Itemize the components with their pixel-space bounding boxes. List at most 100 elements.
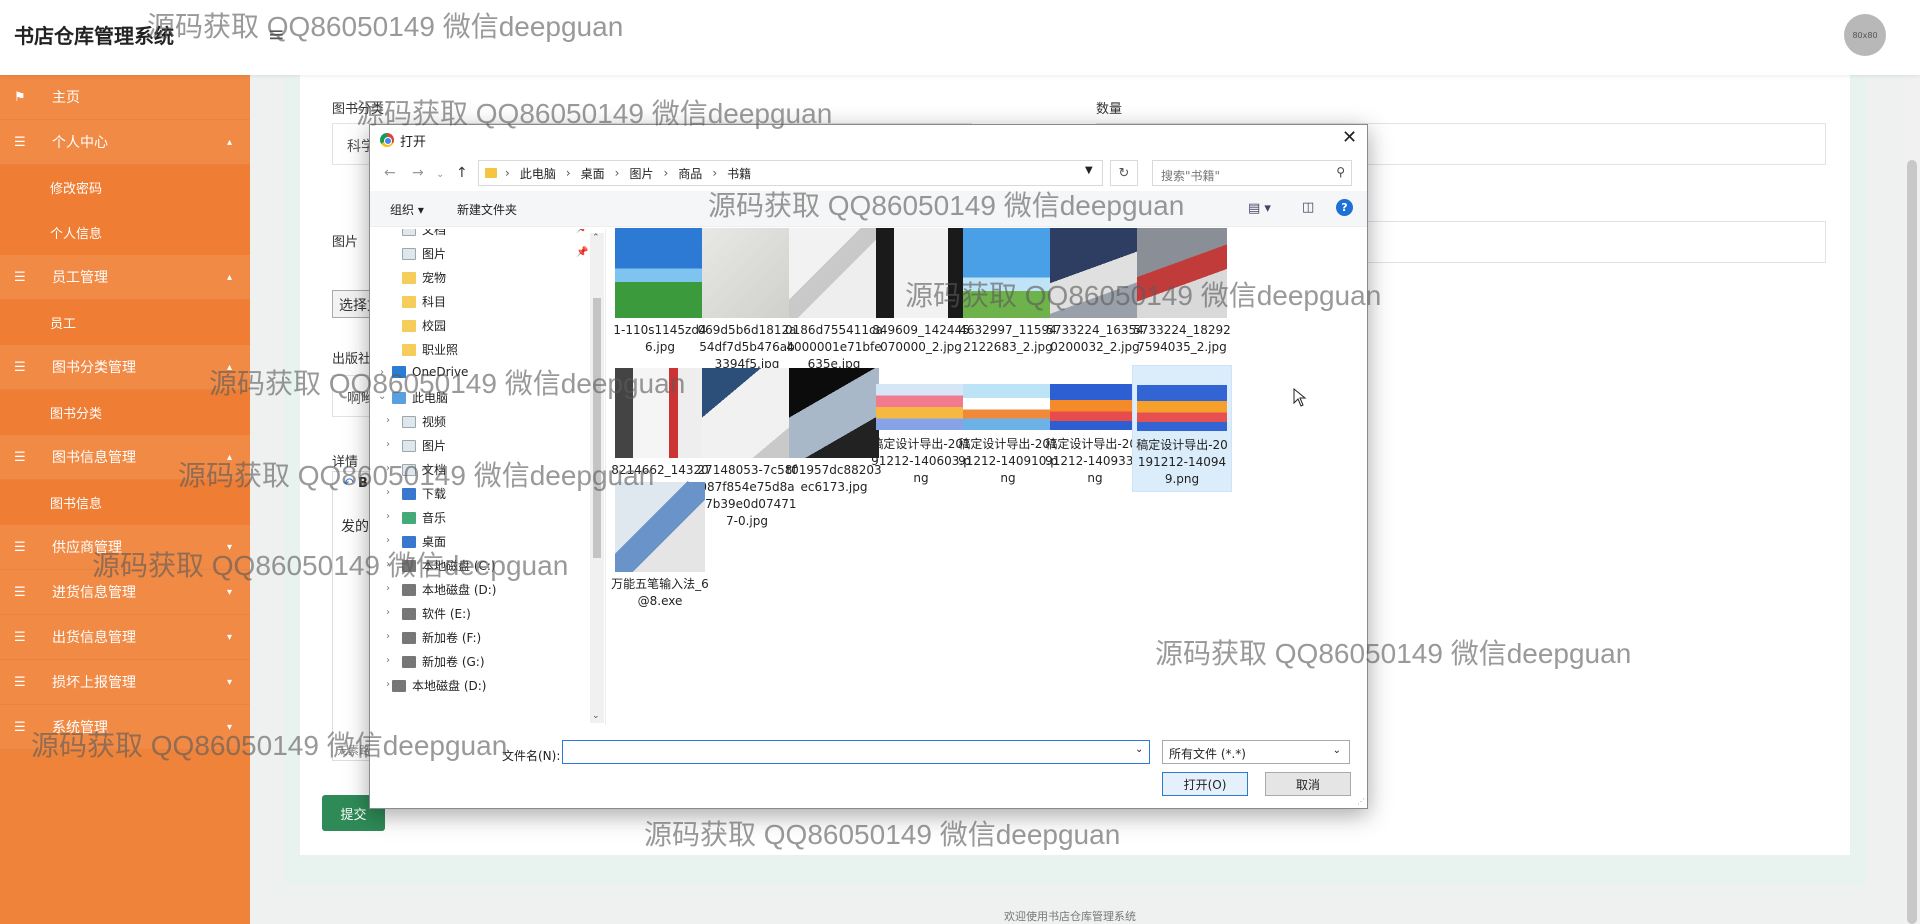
tree-item[interactable]: 宠物 bbox=[402, 269, 446, 286]
file-item[interactable]: 稿定设计导出-20191212-140910.png bbox=[958, 365, 1058, 490]
file-item[interactable]: 849609_142445070000_2.jpg bbox=[871, 225, 971, 359]
sidebar-item-supplier-management[interactable]: ☰ 供应商管理 ▾ bbox=[0, 525, 250, 570]
sidebar-item-purchase-management[interactable]: ☰ 进货信息管理 ▾ bbox=[0, 570, 250, 615]
avatar[interactable]: 80x80 bbox=[1844, 14, 1886, 56]
tree-item[interactable]: 本地磁盘 (D:) bbox=[392, 677, 486, 694]
help-icon[interactable]: ? bbox=[1336, 199, 1353, 216]
cloud-icon bbox=[392, 366, 406, 378]
file-item[interactable]: 万能五笔输入法_6@8.exe bbox=[610, 479, 710, 613]
sidebar-item-shipment-management[interactable]: ☰ 出货信息管理 ▾ bbox=[0, 615, 250, 660]
collapsed-chevron-icon[interactable]: › bbox=[386, 439, 390, 450]
recent-chevron-icon[interactable]: ⌄ bbox=[436, 169, 444, 180]
tree-item[interactable]: 视频 bbox=[402, 413, 446, 430]
collapsed-chevron-icon[interactable]: › bbox=[386, 487, 390, 498]
collapsed-chevron-icon[interactable]: › bbox=[386, 415, 390, 426]
sidebar-item-system-management[interactable]: ☰ 系统管理 ▾ bbox=[0, 705, 250, 750]
scroll-down-icon[interactable]: ⌄ bbox=[592, 711, 600, 721]
sidebar-item-book-category-management[interactable]: ☰ 图书分类管理 ▴ bbox=[0, 345, 250, 390]
tree-scrollbar[interactable] bbox=[590, 233, 604, 723]
chevron-down-icon[interactable]: ▼ bbox=[1085, 165, 1093, 176]
tree-item[interactable]: OneDrive bbox=[392, 365, 468, 379]
file-item[interactable]: 27148053-7c58f087f854e75d8a27b39e0d07471… bbox=[697, 365, 797, 533]
sidebar-item-book-info-management[interactable]: ☰ 图书信息管理 ▴ bbox=[0, 435, 250, 480]
sidebar-item-staff[interactable]: 员工 bbox=[0, 300, 250, 345]
new-folder-button[interactable]: 新建文件夹 bbox=[457, 201, 517, 218]
file-item[interactable]: 4632997_115942122683_2.jpg bbox=[958, 225, 1058, 359]
collapsed-chevron-icon[interactable]: › bbox=[386, 583, 390, 594]
collapsed-chevron-icon[interactable]: › bbox=[380, 367, 384, 378]
menu-toggle-icon[interactable]: ≡ bbox=[268, 22, 285, 46]
undo-icon[interactable]: ↶ B bbox=[343, 476, 368, 491]
forward-icon[interactable]: → bbox=[412, 165, 424, 181]
tree-item[interactable]: 此电脑 bbox=[392, 389, 448, 406]
file-item[interactable]: 稿定设计导出-20191212-140949.png bbox=[1132, 365, 1232, 492]
sidebar-item-personal-center[interactable]: ☰ 个人中心 ▴ bbox=[0, 120, 250, 165]
open-button[interactable]: 打开(O) bbox=[1162, 772, 1248, 796]
collapsed-chevron-icon[interactable]: › bbox=[386, 559, 390, 570]
resize-grip-icon[interactable]: ⋰ bbox=[1357, 797, 1365, 806]
page-scrollbar-thumb[interactable] bbox=[1907, 160, 1917, 924]
tree-item[interactable]: 文档 bbox=[402, 229, 446, 238]
file-item[interactable]: 稿定设计导出-20191212-140603.png bbox=[871, 365, 971, 490]
tree-item[interactable]: 科目 bbox=[402, 293, 446, 310]
tree-item[interactable]: 职业照 bbox=[402, 341, 458, 358]
tree-item[interactable]: 软件 (E:) bbox=[402, 605, 471, 622]
file-item[interactable]: 069d5b6d1812a54df7d5b476ab3394f5.jpg bbox=[697, 225, 797, 376]
collapsed-chevron-icon[interactable]: › bbox=[386, 655, 390, 666]
file-item[interactable]: 1-110s1145zd46.jpg bbox=[610, 225, 710, 359]
collapsed-chevron-icon[interactable]: › bbox=[386, 511, 390, 522]
tree-item[interactable]: 桌面 bbox=[402, 533, 446, 550]
tree-item[interactable]: 校园 bbox=[402, 317, 446, 334]
file-item[interactable]: 0186d755411ca4000001e71bfe635e.jpg bbox=[784, 225, 884, 376]
page-scrollbar[interactable] bbox=[1904, 0, 1920, 924]
up-icon[interactable]: ↑ bbox=[456, 165, 468, 181]
tree-item[interactable]: 下载 bbox=[402, 485, 446, 502]
sidebar-item-staff-management[interactable]: ☰ 员工管理 ▴ bbox=[0, 255, 250, 300]
cancel-button[interactable]: 取消 bbox=[1265, 772, 1351, 796]
sidebar-item-change-password[interactable]: 修改密码 bbox=[0, 165, 250, 210]
refresh-icon[interactable]: ↻ bbox=[1110, 160, 1138, 186]
filename-input[interactable] bbox=[562, 740, 1150, 764]
chevron-down-icon[interactable]: ⌄ bbox=[1135, 744, 1143, 755]
tree-item[interactable]: 新加卷 (F:) bbox=[402, 629, 481, 646]
view-options-icon[interactable]: ▤ ▾ bbox=[1248, 201, 1271, 216]
tree-item[interactable]: 本地磁盘 (C:) bbox=[402, 557, 496, 574]
collapsed-chevron-icon[interactable]: › bbox=[386, 535, 390, 546]
tree-item[interactable]: 音乐 bbox=[402, 509, 446, 526]
expanded-chevron-icon[interactable]: ⌄ bbox=[378, 391, 386, 402]
collapsed-chevron-icon[interactable]: › bbox=[386, 631, 390, 642]
scroll-up-icon[interactable]: ⌃ bbox=[592, 233, 600, 243]
search-input[interactable]: 搜索"书籍" ⚲ bbox=[1152, 160, 1352, 186]
sidebar-item-book-category[interactable]: 图书分类 bbox=[0, 390, 250, 435]
collapsed-chevron-icon[interactable]: › bbox=[386, 607, 390, 618]
file-item[interactable]: 5733224_163540200032_2.jpg bbox=[1045, 225, 1145, 359]
breadcrumb-item[interactable]: 商品 bbox=[678, 165, 702, 182]
tree-scrollbar-thumb[interactable] bbox=[593, 298, 601, 558]
collapsed-chevron-icon[interactable]: › bbox=[386, 679, 390, 690]
breadcrumb-item[interactable]: 此电脑 bbox=[520, 165, 556, 182]
filetype-select[interactable]: 所有文件 (*.*) ⌄ bbox=[1162, 740, 1350, 764]
collapsed-chevron-icon[interactable]: › bbox=[386, 463, 390, 474]
address-bar[interactable]: › 此电脑 › 桌面 › 图片 › 商品 › 书籍 bbox=[478, 160, 1103, 186]
tree-item[interactable]: 文档 bbox=[402, 461, 446, 478]
breadcrumb-item[interactable]: 书籍 bbox=[727, 165, 751, 182]
close-icon[interactable]: ✕ bbox=[1342, 127, 1357, 148]
search-icon[interactable]: ⚲ bbox=[1336, 165, 1345, 179]
sidebar-item-book-info[interactable]: 图书信息 bbox=[0, 480, 250, 525]
sidebar-item-damage-report-management[interactable]: ☰ 损坏上报管理 ▾ bbox=[0, 660, 250, 705]
breadcrumb-item[interactable]: 桌面 bbox=[581, 165, 605, 182]
back-icon[interactable]: ← bbox=[384, 165, 396, 181]
tree-item[interactable]: 新加卷 (G:) bbox=[402, 653, 485, 670]
tree-item[interactable]: 图片 bbox=[402, 245, 446, 262]
tree-item[interactable]: 图片 bbox=[402, 437, 446, 454]
tree-item[interactable]: 本地磁盘 (D:) bbox=[402, 581, 496, 598]
breadcrumb-item[interactable]: 图片 bbox=[629, 165, 653, 182]
file-item[interactable]: 稿定设计导出-20191212-140933.png bbox=[1045, 365, 1145, 490]
sidebar-item-personal-info[interactable]: 个人信息 bbox=[0, 210, 250, 255]
file-item[interactable]: 5733224_182927594035_2.jpg bbox=[1132, 225, 1232, 359]
organize-button[interactable]: 组织 ▾ bbox=[390, 201, 424, 218]
list-icon: ☰ bbox=[14, 359, 26, 375]
preview-pane-icon[interactable]: ◫ bbox=[1302, 200, 1314, 215]
sidebar-item-home[interactable]: ⚑ 主页 bbox=[0, 75, 250, 120]
file-item[interactable]: t01957dc88203ec6173.jpg bbox=[784, 365, 884, 499]
